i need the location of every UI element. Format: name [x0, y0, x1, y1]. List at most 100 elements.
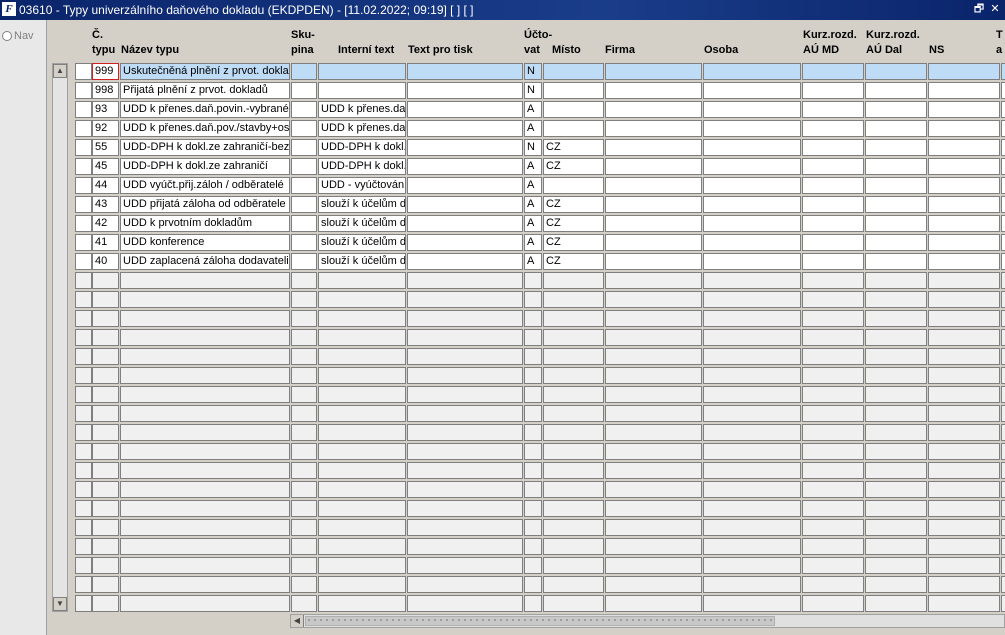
cell-num[interactable]: 92	[92, 120, 119, 137]
row-selector[interactable]	[75, 367, 92, 384]
cell-print[interactable]	[407, 443, 523, 460]
cell-ns[interactable]	[928, 424, 1000, 441]
cell-extra[interactable]	[1001, 386, 1005, 403]
cell-group[interactable]	[291, 367, 317, 384]
cell-name[interactable]	[120, 500, 290, 517]
cell-acc[interactable]	[524, 519, 542, 536]
cell-place[interactable]: CZ	[543, 139, 604, 156]
cell-kmd[interactable]	[802, 538, 864, 555]
cell-ns[interactable]	[928, 443, 1000, 460]
cell-extra[interactable]	[1001, 120, 1005, 137]
cell-company[interactable]	[605, 405, 702, 422]
cell-extra[interactable]	[1001, 329, 1005, 346]
cell-kdal[interactable]	[865, 576, 927, 593]
cell-kdal[interactable]	[865, 101, 927, 118]
cell-place[interactable]	[543, 272, 604, 289]
empty-row[interactable]	[0, 519, 1005, 538]
cell-ns[interactable]	[928, 234, 1000, 251]
cell-kdal[interactable]	[865, 595, 927, 612]
cell-kdal[interactable]	[865, 120, 927, 137]
radio-icon[interactable]	[2, 31, 12, 42]
cell-company[interactable]	[605, 272, 702, 289]
cell-print[interactable]	[407, 386, 523, 403]
cell-kmd[interactable]	[802, 291, 864, 308]
cell-kdal[interactable]	[865, 443, 927, 460]
cell-extra[interactable]	[1001, 139, 1005, 156]
cell-kmd[interactable]	[802, 139, 864, 156]
cell-name[interactable]	[120, 519, 290, 536]
cell-ns[interactable]	[928, 272, 1000, 289]
cell-ns[interactable]	[928, 481, 1000, 498]
cell-kdal[interactable]	[865, 139, 927, 156]
cell-kdal[interactable]	[865, 272, 927, 289]
cell-internal[interactable]	[318, 576, 406, 593]
cell-ns[interactable]	[928, 82, 1000, 99]
cell-kdal[interactable]	[865, 462, 927, 479]
cell-internal[interactable]	[318, 63, 406, 80]
cell-name[interactable]	[120, 576, 290, 593]
cell-kmd[interactable]	[802, 215, 864, 232]
cell-ns[interactable]	[928, 310, 1000, 327]
cell-place[interactable]	[543, 101, 604, 118]
cell-group[interactable]	[291, 462, 317, 479]
cell-print[interactable]	[407, 82, 523, 99]
cell-num[interactable]	[92, 576, 119, 593]
cell-print[interactable]	[407, 481, 523, 498]
cell-person[interactable]	[703, 215, 801, 232]
cell-ns[interactable]	[928, 557, 1000, 574]
row-selector[interactable]	[75, 329, 92, 346]
cell-ns[interactable]	[928, 177, 1000, 194]
cell-kmd[interactable]	[802, 177, 864, 194]
table-row[interactable]: 44 UDD vyúčt.přij.záloh / odběratelé UDD -…	[0, 177, 1005, 196]
cell-company[interactable]	[605, 139, 702, 156]
cell-group[interactable]	[291, 272, 317, 289]
cell-group[interactable]	[291, 82, 317, 99]
cell-place[interactable]: CZ	[543, 196, 604, 213]
cell-ns[interactable]	[928, 101, 1000, 118]
cell-place[interactable]	[543, 595, 604, 612]
cell-acc[interactable]	[524, 538, 542, 555]
cell-extra[interactable]	[1001, 424, 1005, 441]
cell-name[interactable]: UDD k prvotním dokladům	[120, 215, 290, 232]
cell-person[interactable]	[703, 462, 801, 479]
cell-internal[interactable]	[318, 424, 406, 441]
row-selector[interactable]	[75, 101, 92, 118]
cell-person[interactable]	[703, 101, 801, 118]
cell-internal[interactable]	[318, 367, 406, 384]
row-selector[interactable]	[75, 158, 92, 175]
cell-ns[interactable]	[928, 462, 1000, 479]
cell-num[interactable]: 41	[92, 234, 119, 251]
cell-group[interactable]	[291, 177, 317, 194]
cell-ns[interactable]	[928, 348, 1000, 365]
cell-group[interactable]	[291, 595, 317, 612]
empty-row[interactable]	[0, 424, 1005, 443]
cell-company[interactable]	[605, 120, 702, 137]
cell-acc[interactable]: A	[524, 177, 542, 194]
cell-company[interactable]	[605, 310, 702, 327]
cell-ns[interactable]	[928, 215, 1000, 232]
cell-ns[interactable]	[928, 576, 1000, 593]
cell-kdal[interactable]	[865, 234, 927, 251]
cell-place[interactable]	[543, 310, 604, 327]
cell-person[interactable]	[703, 500, 801, 517]
cell-print[interactable]	[407, 215, 523, 232]
cell-acc[interactable]: A	[524, 234, 542, 251]
cell-name[interactable]: UDD vyúčt.přij.záloh / odběratelé	[120, 177, 290, 194]
cell-place[interactable]	[543, 424, 604, 441]
cell-extra[interactable]	[1001, 443, 1005, 460]
cell-internal[interactable]: UDD-DPH k dokl.ze	[318, 158, 406, 175]
row-selector[interactable]	[75, 120, 92, 137]
cell-internal[interactable]	[318, 557, 406, 574]
cell-num[interactable]: 55	[92, 139, 119, 156]
cell-internal[interactable]: UDD - vyúčtování	[318, 177, 406, 194]
cell-place[interactable]: CZ	[543, 158, 604, 175]
cell-print[interactable]	[407, 405, 523, 422]
row-selector[interactable]	[75, 405, 92, 422]
cell-num[interactable]	[92, 367, 119, 384]
cell-num[interactable]	[92, 481, 119, 498]
cell-kdal[interactable]	[865, 481, 927, 498]
cell-kdal[interactable]	[865, 158, 927, 175]
cell-place[interactable]	[543, 519, 604, 536]
cell-internal[interactable]	[318, 519, 406, 536]
cell-extra[interactable]	[1001, 291, 1005, 308]
